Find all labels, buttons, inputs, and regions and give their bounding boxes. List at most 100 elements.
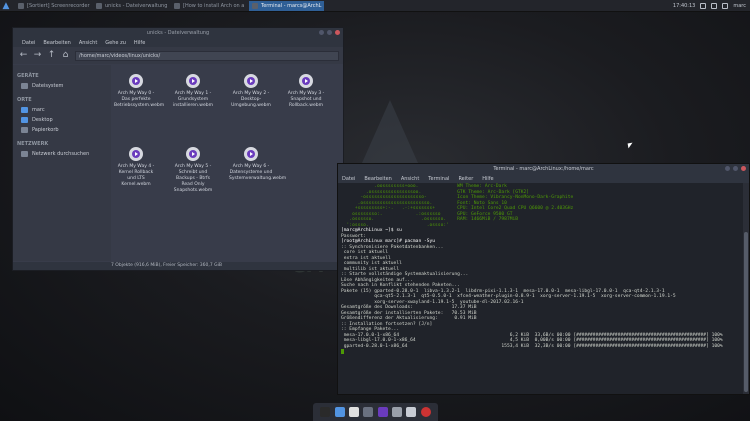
video-file[interactable]: Arch My Way 0 - Das perfekte Betriebssys…	[114, 74, 164, 109]
volume-icon[interactable]	[711, 3, 718, 9]
video-file[interactable]: Arch My Way 5 - Schreibt und Backups - B…	[171, 147, 215, 194]
minimize-button[interactable]	[319, 30, 324, 35]
window-title: Terminal - marc@ArchLinux:/home/marc	[493, 166, 594, 172]
terminal-window: Terminal - marc@ArchLinux:/home/marc Dat…	[337, 163, 750, 395]
window-icon	[174, 2, 180, 9]
folder-icon	[21, 117, 28, 123]
places-sidebar: GERÄTE Dateisystem ORTE marc Desktop Papierko…	[13, 65, 111, 261]
menu-item[interactable]: Ansicht	[401, 176, 419, 182]
network-icon	[21, 151, 28, 157]
terminal-output[interactable]: .oossssssss+ooo. WM Theme: Arc-Dark .oss…	[338, 183, 743, 394]
terminal-line: gparted-0.28.0-1-x86_64 1553,4 KiB 32,3B…	[341, 343, 723, 349]
taskbar-button-label: [Sortiert] Screenrecorder]	[27, 2, 90, 9]
browser-icon[interactable]	[348, 407, 359, 417]
file-grid: Arch My Way 0 - Das perfekte Betriebssys…	[111, 65, 343, 261]
file-manager-titlebar[interactable]: unicks - Dateiverwaltung	[13, 28, 343, 38]
sidebar-item[interactable]: Papierkorb	[13, 125, 111, 135]
terminal-icon[interactable]	[320, 407, 331, 417]
terminal-cursor	[341, 349, 344, 354]
path-bar[interactable]: /home/marc/videos/linux/unicks/	[75, 50, 339, 61]
terminal-scrollbar[interactable]	[743, 183, 749, 394]
close-button[interactable]	[741, 166, 746, 171]
sidebar-item[interactable]: Netzwerk durchsuchen	[13, 149, 111, 159]
file-name: Arch My Way 4 - Kernel Rollback und LTS …	[117, 164, 155, 187]
menu-item[interactable]: Bearbeiten	[43, 40, 70, 46]
sidebar-item-label: Dateisystem	[32, 83, 64, 89]
maximize-button[interactable]	[327, 30, 332, 35]
video-file[interactable]: Arch My Way 4 - Kernel Rollback und LTS …	[114, 147, 158, 188]
video-player-icon[interactable]	[377, 407, 388, 417]
home-icon[interactable]: ⌂	[61, 51, 70, 60]
dock	[313, 403, 438, 421]
video-file-icon	[244, 147, 258, 161]
taskbar-button[interactable]: [Sortiert] Screenrecorder]	[15, 1, 90, 11]
sidebar-item-label: Desktop	[32, 117, 53, 123]
window-icon	[252, 2, 258, 9]
taskbar-button-label: Terminal - marcs@ArchL	[261, 2, 322, 9]
video-file[interactable]: Arch My Way 3 - Snapshot und Rollback.we…	[284, 74, 328, 109]
file-name: Arch My Way 1 - Grundsystem installieren…	[173, 91, 213, 108]
sidebar-item[interactable]: marc	[13, 105, 111, 115]
sidebar-item-label: marc	[32, 107, 45, 113]
window-title: unicks - Dateiverwaltung	[146, 30, 210, 36]
user-icon[interactable]	[722, 3, 729, 9]
back-arrow-icon[interactable]: ←	[19, 51, 28, 60]
file-manager-menubar: Datei Bearbeiten Ansicht Gehe zu Hilfe	[13, 38, 343, 47]
file-name: Arch My Way 5 - Schreibt und Backups - B…	[173, 164, 213, 193]
file-manager-icon[interactable]	[334, 407, 345, 417]
menu-item[interactable]: Terminal	[428, 176, 449, 182]
sidebar-heading: NETZWERK	[17, 141, 49, 147]
sidebar-heading: ORTE	[17, 97, 32, 103]
maximize-button[interactable]	[733, 166, 738, 171]
video-file-icon	[244, 74, 258, 88]
window-icon	[96, 2, 102, 9]
top-panel: ▲ [Sortiert] Screenrecorder] unicks - Dat…	[0, 0, 750, 12]
video-file-icon	[129, 147, 143, 161]
forward-arrow-icon[interactable]: →	[33, 51, 42, 60]
video-file-icon	[186, 74, 200, 88]
menu-item[interactable]: Datei	[342, 176, 355, 182]
menu-item[interactable]: Hilfe	[482, 176, 493, 182]
sidebar-item[interactable]: Dateisystem	[13, 81, 111, 91]
text-editor-icon[interactable]	[406, 407, 417, 417]
home-folder-icon	[21, 107, 28, 113]
settings-icon[interactable]	[363, 407, 374, 417]
power-icon[interactable]	[420, 407, 431, 417]
window-icon	[18, 2, 24, 9]
status-bar: 7 Objekte (916,6 MiB), Freier Speicher: …	[13, 262, 343, 270]
menu-item[interactable]: Datei	[22, 40, 35, 46]
file-name: Arch My Way 2 - Desktop-Umgebung.webm	[231, 91, 271, 108]
menu-item[interactable]: Bearbeiten	[364, 176, 391, 182]
terminal-titlebar[interactable]: Terminal - marc@ArchLinux:/home/marc	[338, 164, 749, 174]
drive-icon	[21, 83, 28, 89]
video-file[interactable]: Arch My Way 2 - Desktop-Umgebung.webm	[229, 74, 273, 109]
taskbar-button[interactable]: [How to install Arch on a	[171, 1, 246, 11]
menu-item[interactable]: Ansicht	[79, 40, 97, 46]
file-name: Arch My Way 3 - Snapshot und Rollback.we…	[287, 91, 325, 108]
video-file[interactable]: Arch My Way 6 - Datensysteme und Systemv…	[229, 147, 286, 182]
system-tray: 17:40:13 marc	[673, 0, 746, 12]
arch-icon[interactable]: ▲	[0, 0, 12, 12]
video-file[interactable]: Arch My Way 1 - Grundsystem installieren…	[171, 74, 215, 109]
sidebar-item-label: Papierkorb	[32, 127, 59, 133]
trash-icon	[21, 127, 28, 133]
video-file-icon	[299, 74, 313, 88]
menu-item[interactable]: Reiter	[458, 176, 473, 182]
user-name[interactable]: marc	[733, 3, 746, 9]
sidebar-heading: GERÄTE	[17, 73, 39, 79]
image-viewer-icon[interactable]	[391, 407, 402, 417]
taskbar-button[interactable]: Terminal - marcs@ArchL	[249, 0, 324, 11]
clock[interactable]: 17:40:13	[673, 3, 695, 9]
network-icon[interactable]	[700, 3, 707, 9]
up-arrow-icon[interactable]: ↑	[47, 51, 56, 60]
video-file-icon	[129, 74, 143, 88]
file-manager-toolbar: ← → ↑ ⌂ /home/marc/videos/linux/unicks/	[13, 47, 343, 64]
menu-item[interactable]: Hilfe	[134, 40, 145, 46]
scrollbar-thumb[interactable]	[744, 232, 748, 392]
close-button[interactable]	[335, 30, 340, 35]
mouse-pointer-icon	[627, 142, 634, 149]
menu-item[interactable]: Gehe zu	[105, 40, 126, 46]
sidebar-item[interactable]: Desktop	[13, 115, 111, 125]
taskbar-button[interactable]: unicks - Dateiverwaltung	[93, 1, 168, 11]
minimize-button[interactable]	[725, 166, 730, 171]
